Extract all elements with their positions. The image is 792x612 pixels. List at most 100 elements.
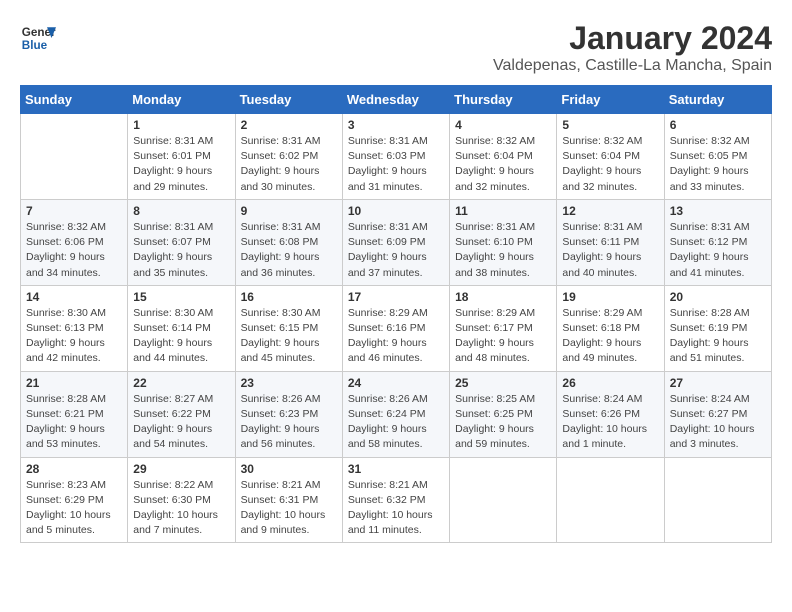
- calendar-cell: 23 Sunrise: 8:26 AM Sunset: 6:23 PM Dayli…: [235, 371, 342, 457]
- day-number: 11: [455, 204, 551, 218]
- day-number: 7: [26, 204, 122, 218]
- day-detail: Sunrise: 8:26 AM Sunset: 6:24 PM Dayligh…: [348, 392, 444, 453]
- day-number: 12: [562, 204, 658, 218]
- logo: General Blue: [20, 20, 56, 56]
- day-detail: Sunrise: 8:21 AM Sunset: 6:32 PM Dayligh…: [348, 478, 444, 539]
- day-number: 3: [348, 118, 444, 132]
- calendar-cell: 6 Sunrise: 8:32 AM Sunset: 6:05 PM Daylig…: [664, 114, 771, 200]
- day-number: 24: [348, 376, 444, 390]
- calendar-cell: 22 Sunrise: 8:27 AM Sunset: 6:22 PM Dayli…: [128, 371, 235, 457]
- day-detail: Sunrise: 8:26 AM Sunset: 6:23 PM Dayligh…: [241, 392, 337, 453]
- day-number: 22: [133, 376, 229, 390]
- week-row-5: 28 Sunrise: 8:23 AM Sunset: 6:29 PM Dayli…: [21, 457, 772, 543]
- day-number: 15: [133, 290, 229, 304]
- calendar-cell: 27Sunrise: 8:24 AM Sunset: 6:27 PM Dayli…: [664, 371, 771, 457]
- day-detail: Sunrise: 8:31 AM Sunset: 6:09 PM Dayligh…: [348, 220, 444, 281]
- day-detail: Sunrise: 8:29 AM Sunset: 6:17 PM Dayligh…: [455, 306, 551, 367]
- day-detail: Sunrise: 8:31 AM Sunset: 6:11 PM Dayligh…: [562, 220, 658, 281]
- day-detail: Sunrise: 8:31 AM Sunset: 6:03 PM Dayligh…: [348, 134, 444, 195]
- calendar-title: January 2024: [493, 20, 772, 57]
- day-detail: Sunrise: 8:21 AM Sunset: 6:31 PM Dayligh…: [241, 478, 337, 539]
- day-number: 5: [562, 118, 658, 132]
- calendar-cell: [557, 457, 664, 543]
- day-detail: Sunrise: 8:31 AM Sunset: 6:08 PM Dayligh…: [241, 220, 337, 281]
- day-detail: Sunrise: 8:31 AM Sunset: 6:07 PM Dayligh…: [133, 220, 229, 281]
- day-detail: Sunrise: 8:30 AM Sunset: 6:15 PM Dayligh…: [241, 306, 337, 367]
- day-detail: Sunrise: 8:23 AM Sunset: 6:29 PM Dayligh…: [26, 478, 122, 539]
- day-number: 30: [241, 462, 337, 476]
- day-number: 14: [26, 290, 122, 304]
- col-header-tuesday: Tuesday: [235, 86, 342, 114]
- day-number: 19: [562, 290, 658, 304]
- day-number: 23: [241, 376, 337, 390]
- calendar-cell: 28 Sunrise: 8:23 AM Sunset: 6:29 PM Dayli…: [21, 457, 128, 543]
- col-header-saturday: Saturday: [664, 86, 771, 114]
- day-number: 28: [26, 462, 122, 476]
- page-header: General Blue January 2024 Valdepenas, Ca…: [20, 20, 772, 75]
- header-row: SundayMondayTuesdayWednesdayThursdayFrid…: [21, 86, 772, 114]
- day-detail: Sunrise: 8:32 AM Sunset: 6:06 PM Dayligh…: [26, 220, 122, 281]
- day-detail: Sunrise: 8:28 AM Sunset: 6:21 PM Dayligh…: [26, 392, 122, 453]
- day-detail: Sunrise: 8:27 AM Sunset: 6:22 PM Dayligh…: [133, 392, 229, 453]
- calendar-cell: 24 Sunrise: 8:26 AM Sunset: 6:24 PM Dayli…: [342, 371, 449, 457]
- calendar-cell: 13 Sunrise: 8:31 AM Sunset: 6:12 PM Dayli…: [664, 199, 771, 285]
- day-number: 6: [670, 118, 766, 132]
- calendar-table: SundayMondayTuesdayWednesdayThursdayFrid…: [20, 85, 772, 543]
- week-row-4: 21 Sunrise: 8:28 AM Sunset: 6:21 PM Dayli…: [21, 371, 772, 457]
- calendar-cell: 16Sunrise: 8:30 AM Sunset: 6:15 PM Dayli…: [235, 285, 342, 371]
- calendar-cell: 1 Sunrise: 8:31 AM Sunset: 6:01 PM Daylig…: [128, 114, 235, 200]
- day-number: 8: [133, 204, 229, 218]
- calendar-cell: 26 Sunrise: 8:24 AM Sunset: 6:26 PM Dayli…: [557, 371, 664, 457]
- col-header-friday: Friday: [557, 86, 664, 114]
- day-detail: Sunrise: 8:31 AM Sunset: 6:01 PM Dayligh…: [133, 134, 229, 195]
- calendar-cell: 4 Sunrise: 8:32 AM Sunset: 6:04 PM Daylig…: [450, 114, 557, 200]
- day-detail: Sunrise: 8:24 AM Sunset: 6:26 PM Dayligh…: [562, 392, 658, 453]
- day-detail: Sunrise: 8:32 AM Sunset: 6:04 PM Dayligh…: [455, 134, 551, 195]
- day-detail: Sunrise: 8:32 AM Sunset: 6:05 PM Dayligh…: [670, 134, 766, 195]
- calendar-cell: [664, 457, 771, 543]
- day-number: 4: [455, 118, 551, 132]
- day-number: 26: [562, 376, 658, 390]
- calendar-cell: [21, 114, 128, 200]
- day-number: 1: [133, 118, 229, 132]
- calendar-cell: 20 Sunrise: 8:28 AM Sunset: 6:19 PM Dayli…: [664, 285, 771, 371]
- title-block: January 2024 Valdepenas, Castille-La Man…: [493, 20, 772, 75]
- col-header-monday: Monday: [128, 86, 235, 114]
- day-detail: Sunrise: 8:28 AM Sunset: 6:19 PM Dayligh…: [670, 306, 766, 367]
- day-detail: Sunrise: 8:29 AM Sunset: 6:16 PM Dayligh…: [348, 306, 444, 367]
- col-header-sunday: Sunday: [21, 86, 128, 114]
- day-detail: Sunrise: 8:30 AM Sunset: 6:14 PM Dayligh…: [133, 306, 229, 367]
- day-number: 21: [26, 376, 122, 390]
- calendar-cell: 30 Sunrise: 8:21 AM Sunset: 6:31 PM Dayli…: [235, 457, 342, 543]
- day-number: 9: [241, 204, 337, 218]
- day-number: 13: [670, 204, 766, 218]
- week-row-2: 7 Sunrise: 8:32 AM Sunset: 6:06 PM Daylig…: [21, 199, 772, 285]
- day-number: 20: [670, 290, 766, 304]
- day-number: 31: [348, 462, 444, 476]
- day-detail: Sunrise: 8:29 AM Sunset: 6:18 PM Dayligh…: [562, 306, 658, 367]
- day-number: 18: [455, 290, 551, 304]
- day-number: 29: [133, 462, 229, 476]
- calendar-cell: 14 Sunrise: 8:30 AM Sunset: 6:13 PM Dayli…: [21, 285, 128, 371]
- day-detail: Sunrise: 8:30 AM Sunset: 6:13 PM Dayligh…: [26, 306, 122, 367]
- day-number: 10: [348, 204, 444, 218]
- calendar-cell: 10 Sunrise: 8:31 AM Sunset: 6:09 PM Dayli…: [342, 199, 449, 285]
- calendar-cell: 17Sunrise: 8:29 AM Sunset: 6:16 PM Dayli…: [342, 285, 449, 371]
- day-detail: Sunrise: 8:25 AM Sunset: 6:25 PM Dayligh…: [455, 392, 551, 453]
- logo-icon: General Blue: [20, 20, 56, 56]
- calendar-cell: 19 Sunrise: 8:29 AM Sunset: 6:18 PM Dayli…: [557, 285, 664, 371]
- svg-text:Blue: Blue: [22, 39, 48, 52]
- week-row-3: 14 Sunrise: 8:30 AM Sunset: 6:13 PM Dayli…: [21, 285, 772, 371]
- day-detail: Sunrise: 8:31 AM Sunset: 6:12 PM Dayligh…: [670, 220, 766, 281]
- calendar-cell: [450, 457, 557, 543]
- calendar-cell: 8 Sunrise: 8:31 AM Sunset: 6:07 PM Daylig…: [128, 199, 235, 285]
- calendar-cell: 12 Sunrise: 8:31 AM Sunset: 6:11 PM Dayli…: [557, 199, 664, 285]
- day-number: 27: [670, 376, 766, 390]
- calendar-cell: 25Sunrise: 8:25 AM Sunset: 6:25 PM Dayli…: [450, 371, 557, 457]
- calendar-cell: 29Sunrise: 8:22 AM Sunset: 6:30 PM Dayli…: [128, 457, 235, 543]
- calendar-cell: 31 Sunrise: 8:21 AM Sunset: 6:32 PM Dayli…: [342, 457, 449, 543]
- calendar-subtitle: Valdepenas, Castille-La Mancha, Spain: [493, 57, 772, 75]
- calendar-cell: 3 Sunrise: 8:31 AM Sunset: 6:03 PM Daylig…: [342, 114, 449, 200]
- calendar-cell: 2Sunrise: 8:31 AM Sunset: 6:02 PM Daylig…: [235, 114, 342, 200]
- day-detail: Sunrise: 8:32 AM Sunset: 6:04 PM Dayligh…: [562, 134, 658, 195]
